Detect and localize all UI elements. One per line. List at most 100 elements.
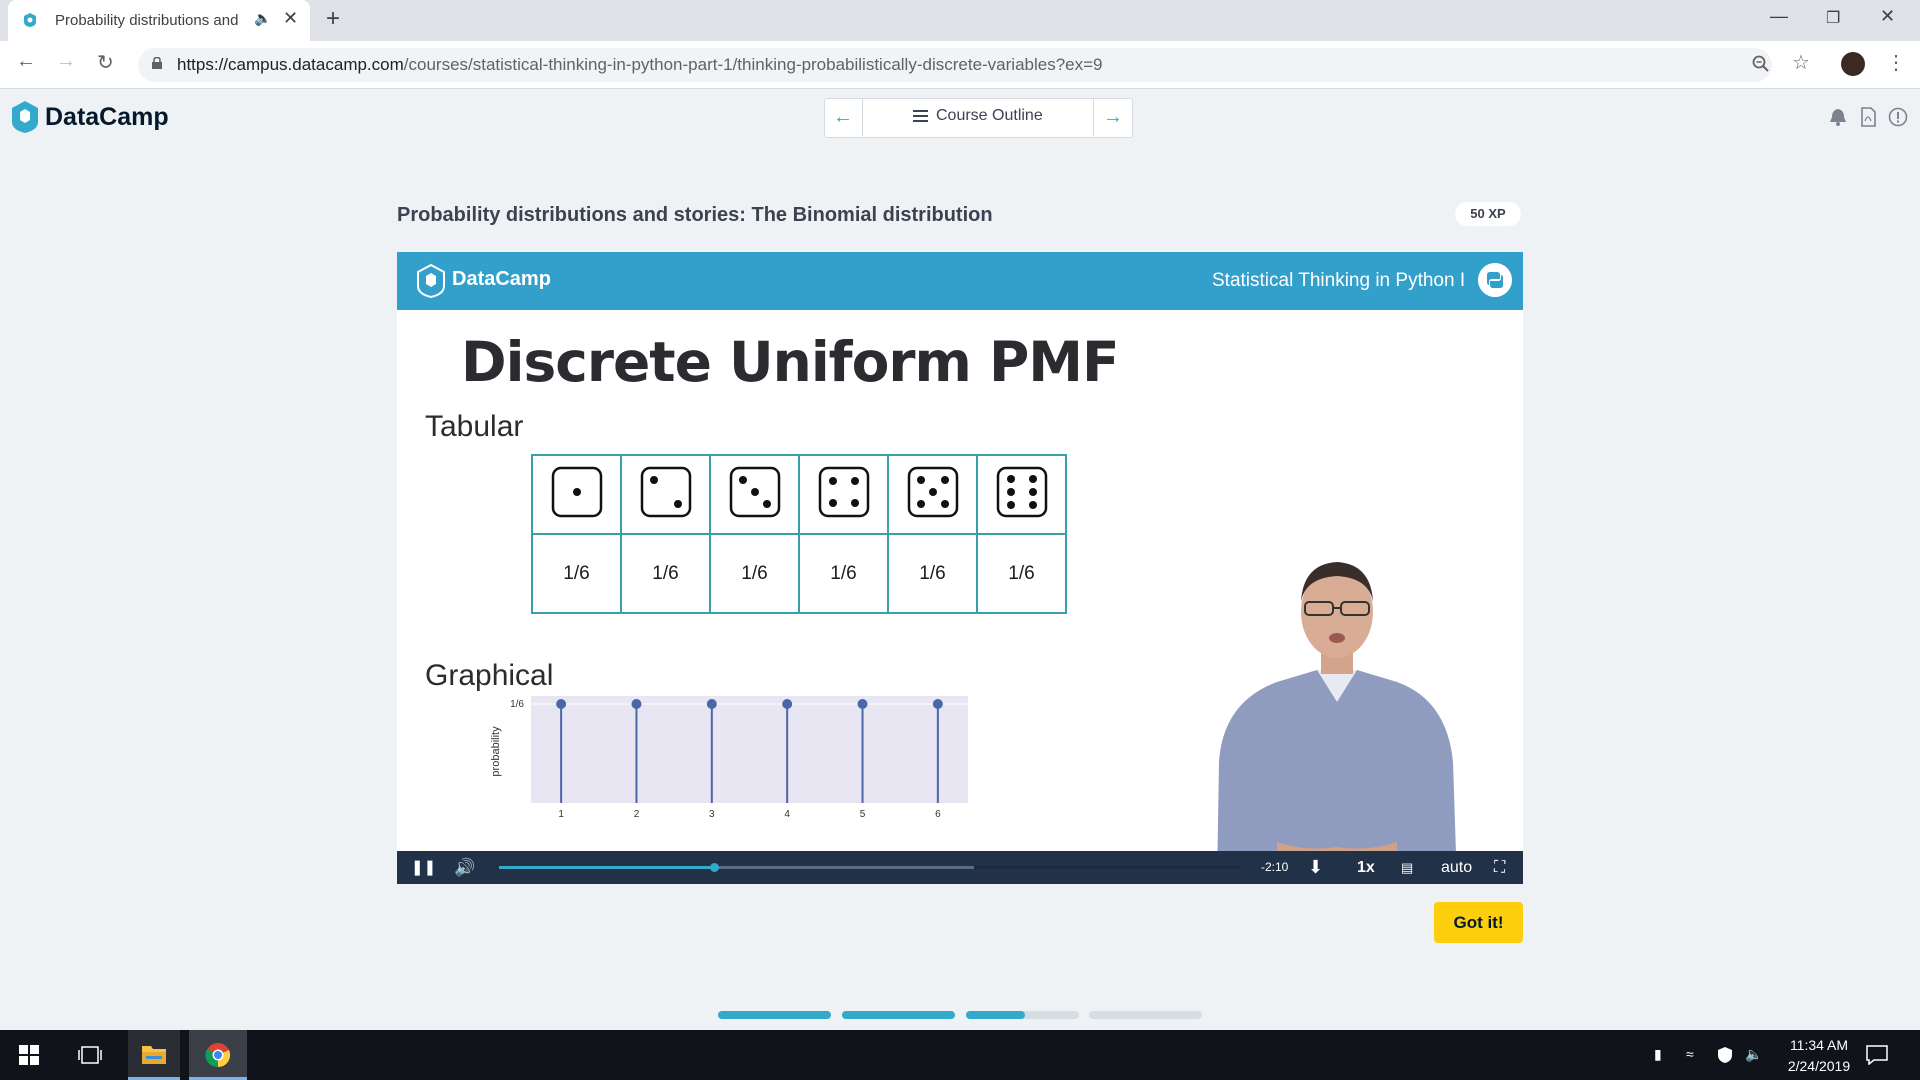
minimize-icon[interactable]: — (1770, 6, 1788, 27)
next-exercise-button[interactable]: → (1093, 98, 1132, 136)
time-remaining: -2:10 (1261, 860, 1289, 874)
notification-bell-icon[interactable] (1828, 107, 1848, 127)
download-icon[interactable]: ⬇ (1308, 851, 1323, 884)
volume-icon[interactable]: 🔊 (454, 851, 475, 884)
graphical-heading: Graphical (425, 659, 554, 692)
lesson-progress-segment (842, 1011, 955, 1019)
y-axis-label: probability (490, 726, 502, 777)
video-player[interactable]: DataCamp Statistical Thinking in Python … (397, 252, 1523, 884)
seek-handle[interactable] (710, 863, 720, 872)
hamburger-icon (913, 110, 928, 122)
prob-cell: 1/6 (976, 533, 1067, 614)
battery-icon[interactable]: ▮ (1654, 1046, 1672, 1064)
task-view-icon[interactable] (78, 1045, 102, 1065)
taskbar-date[interactable]: 2/24/2019 (1776, 1058, 1862, 1074)
forward-icon[interactable]: → (56, 50, 76, 73)
quality-button[interactable]: auto (1441, 851, 1472, 884)
speaker-icon[interactable]: 🔈 (1745, 1046, 1763, 1064)
pmf-stem-plot: 1 2 3 4 5 6 1/6 probability (490, 696, 968, 820)
die-cell (531, 454, 622, 535)
die-cell (620, 454, 711, 535)
pdf-slides-icon[interactable] (1858, 107, 1878, 127)
python-logo-icon (1478, 263, 1512, 297)
tab-close-icon[interactable]: ✕ (283, 8, 298, 29)
stem-marker (556, 699, 567, 709)
got-it-button[interactable]: Got it! (1434, 902, 1523, 943)
taskbar-file-explorer[interactable] (128, 1030, 180, 1080)
x-tick-label: 5 (860, 809, 866, 820)
lesson-progress-fill (718, 1011, 831, 1019)
url-text[interactable]: https://campus.datacamp.com/courses/stat… (177, 55, 1103, 75)
profile-avatar[interactable] (1841, 52, 1865, 76)
previous-exercise-button[interactable]: ← (824, 98, 863, 136)
stem-marker (706, 699, 717, 709)
new-tab-icon[interactable]: + (326, 5, 340, 33)
close-window-icon[interactable]: ✕ (1880, 6, 1895, 27)
x-tick-label: 6 (935, 809, 941, 820)
windows-taskbar (0, 1030, 1920, 1080)
pause-icon[interactable]: ❚❚ (411, 851, 436, 884)
restore-icon[interactable]: ❐ (1826, 8, 1840, 28)
lesson-progress-segment (966, 1011, 1079, 1019)
die-cell (798, 454, 889, 535)
fullscreen-icon[interactable]: ⛶ (1494, 851, 1505, 884)
tab-title: Probability distributions and (55, 12, 239, 29)
die-cell (887, 454, 978, 535)
playback-speed-button[interactable]: 1x (1357, 851, 1375, 884)
dice-row (531, 454, 1067, 535)
chrome-icon (205, 1043, 231, 1068)
slide-course-name: Statistical Thinking in Python I (1212, 270, 1466, 291)
slide-title: Discrete Uniform PMF (461, 330, 1120, 394)
played-bar (499, 866, 715, 869)
y-tick-label: 1/6 (510, 699, 524, 710)
die-cell (709, 454, 800, 535)
zoom-icon[interactable] (1752, 55, 1770, 73)
slide-datacamp-logo-icon (417, 263, 445, 299)
x-tick-label: 2 (634, 809, 640, 820)
x-tick-label: 1 (558, 809, 564, 820)
bookmark-star-icon[interactable]: ☆ (1792, 50, 1810, 75)
prob-cell: 1/6 (620, 533, 711, 614)
tab-audio-icon[interactable]: 🔈 (254, 10, 271, 27)
datacamp-favicon-icon (24, 13, 36, 27)
prob-cell: 1/6 (709, 533, 800, 614)
die-five-icon (907, 466, 958, 518)
die-cell (976, 454, 1067, 535)
wifi-icon[interactable]: ≈ (1686, 1046, 1704, 1064)
prob-cell: 1/6 (798, 533, 889, 614)
captions-icon[interactable]: ▤ (1401, 851, 1413, 884)
taskbar-time[interactable]: 11:34 AM (1781, 1037, 1857, 1053)
url-host: https://campus.datacamp.com (177, 55, 404, 74)
stem-marker (631, 699, 642, 709)
die-three-icon (729, 466, 780, 518)
security-shield-icon[interactable] (1716, 1046, 1734, 1064)
stem-marker (932, 699, 943, 709)
die-four-icon (818, 466, 869, 518)
report-issue-icon[interactable] (1888, 107, 1908, 127)
windows-start-icon[interactable] (19, 1045, 39, 1065)
lock-icon (152, 57, 162, 69)
exercise-title: Probability distributions and stories: T… (397, 204, 993, 226)
browser-menu-icon[interactable]: ⋮ (1886, 50, 1906, 75)
action-center-icon[interactable] (1866, 1045, 1888, 1065)
lesson-progress-fill (842, 1011, 955, 1019)
tabular-heading: Tabular (425, 410, 524, 443)
die-two-icon (640, 466, 691, 518)
lesson-progress-segment (1089, 1011, 1202, 1019)
stem-marker (857, 699, 868, 709)
presenter-video (1217, 562, 1457, 884)
datacamp-logo-text[interactable]: DataCamp (45, 103, 169, 132)
back-icon[interactable]: ← (16, 50, 36, 73)
course-outline-button[interactable]: Course Outline (936, 107, 1043, 125)
lesson-progress-fill (966, 1011, 1025, 1019)
xp-badge: 50 XP (1455, 202, 1521, 226)
die-one-icon (551, 466, 602, 518)
reload-icon[interactable]: ↻ (97, 50, 114, 75)
url-path: /courses/statistical-thinking-in-python-… (403, 55, 1103, 74)
taskbar-chrome[interactable] (189, 1030, 247, 1080)
probability-row: 1/6 1/6 1/6 1/6 1/6 1/6 (531, 533, 1067, 614)
video-controls: ❚❚ 🔊 -2:10 ⬇ 1x ▤ auto ⛶ (397, 851, 1523, 884)
folder-icon (142, 1046, 166, 1064)
datacamp-logo-icon[interactable] (10, 100, 40, 134)
x-tick-label: 3 (709, 809, 715, 820)
